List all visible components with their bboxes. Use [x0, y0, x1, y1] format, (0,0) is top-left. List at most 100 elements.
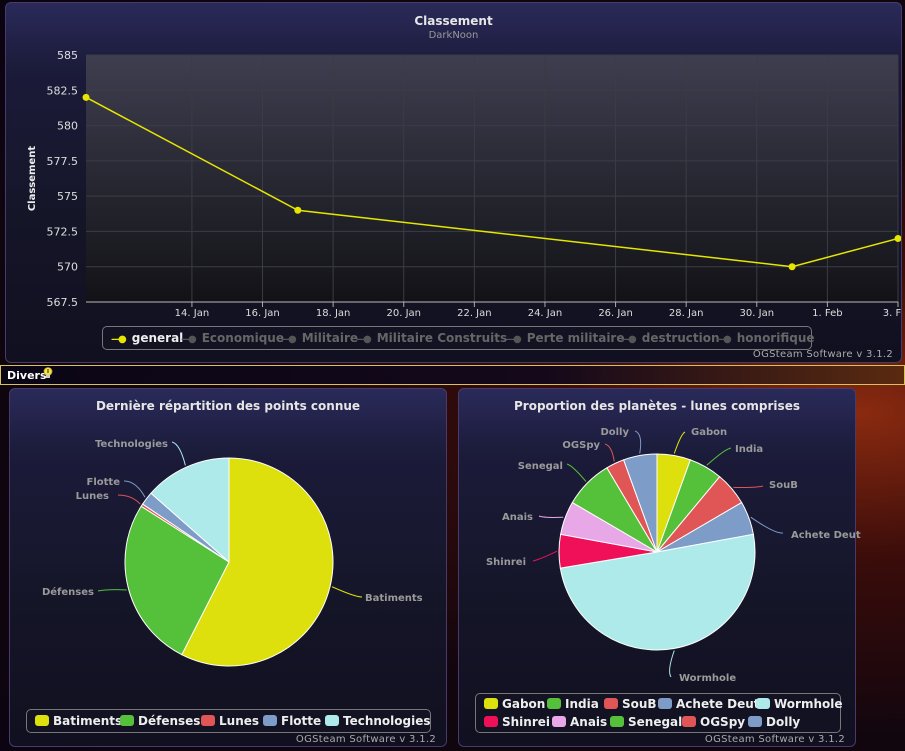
- legend-marker-icon: —●: [621, 334, 637, 345]
- slice-label: Lunes: [76, 491, 109, 502]
- planets-pie-legend: Gabon India SouB Achete Deut Wormhole Shinrei…: [475, 693, 843, 733]
- legend-label: Anais: [570, 715, 608, 729]
- legend-label: Perte militaire: [526, 331, 625, 345]
- connector-line: [97, 589, 127, 592]
- legend-item-shinrei[interactable]: Shinrei: [484, 715, 550, 729]
- legend-item-senegal[interactable]: Senegal: [610, 715, 682, 729]
- legend-item-soub[interactable]: SouB: [604, 697, 657, 711]
- connector-line: [669, 650, 675, 678]
- legend-label: SouB: [622, 697, 657, 711]
- legend-marker-icon: —●: [506, 334, 522, 345]
- divers-section-header[interactable]: Divers: [0, 365, 905, 385]
- legend-swatch: [484, 716, 498, 727]
- slice-label: OGSpy: [562, 440, 600, 451]
- legend-swatch: [120, 715, 134, 726]
- legend-item-defenses[interactable]: Défenses: [120, 714, 200, 728]
- slice-label: Achete Deut: [791, 530, 861, 541]
- connector-line: [117, 494, 141, 505]
- data-point[interactable]: [294, 206, 302, 214]
- y-axis-label: Classement: [27, 146, 38, 212]
- legend-marker-icon: —●: [716, 334, 732, 345]
- slice-label: Senegal: [518, 461, 563, 472]
- lightbulb-icon[interactable]: [43, 367, 53, 379]
- slice-label: Anais: [502, 512, 533, 523]
- legend-item-flotte[interactable]: Flotte: [263, 714, 321, 728]
- x-tick-label: 18. Jan: [316, 308, 351, 319]
- x-tick-label: 24. Jan: [528, 308, 563, 319]
- legend-item-lunes[interactable]: Lunes: [201, 714, 259, 728]
- legend-label: destruction: [641, 331, 720, 345]
- legend-swatch: [756, 698, 770, 709]
- points-pie-chart: Batiments Défenses Lunes Flotte Technologies: [42, 439, 423, 667]
- legend-swatch: [484, 698, 498, 709]
- credit-text[interactable]: OGSteam Software v 3.1.2: [705, 734, 845, 745]
- legend-item-militaire-construits[interactable]: —● Militaire Construits: [356, 331, 507, 345]
- credit-text[interactable]: OGSteam Software v 3.1.2: [296, 734, 436, 745]
- x-tick-label: 1. Feb: [812, 308, 842, 319]
- x-tick-label: 3. Feb: [883, 308, 901, 319]
- y-tick-label: 582.5: [47, 84, 79, 97]
- legend-marker-icon: —●: [281, 334, 297, 345]
- legend-swatch: [263, 715, 277, 726]
- line-chart: 567.5 570 572.5 575 577.5 580 582.5 585 14. Jan 1…: [27, 49, 901, 319]
- legend-swatch: [201, 715, 215, 726]
- legend-label: Défenses: [138, 714, 201, 728]
- legend-item-militaire[interactable]: —● Militaire: [281, 331, 358, 345]
- legend-label: Shinrei: [502, 715, 551, 729]
- legend-item-gabon[interactable]: Gabon: [484, 697, 545, 711]
- legend-label: Senegal: [628, 715, 683, 729]
- legend-label: Achete Deut: [676, 697, 760, 711]
- legend-item-general[interactable]: —● general: [111, 331, 183, 345]
- x-tick-label: 28. Jan: [669, 308, 704, 319]
- x-tick-label: 26. Jan: [598, 308, 633, 319]
- legend-label: Flotte: [281, 714, 322, 728]
- legend-swatch: [325, 715, 339, 726]
- connector-line: [604, 443, 615, 462]
- legend-item-india[interactable]: India: [547, 697, 599, 711]
- y-tick-label: 577.5: [47, 155, 79, 168]
- legend-swatch: [35, 715, 49, 726]
- legend-label: OGSpy: [700, 715, 746, 729]
- y-tick-label: 567.5: [47, 296, 79, 309]
- divers-label: Divers: [7, 369, 47, 382]
- legend-item-ogspy[interactable]: OGSpy: [682, 715, 745, 729]
- legend-item-destruction[interactable]: —● destruction: [621, 331, 720, 345]
- legend-item-wormhole[interactable]: Wormhole: [756, 697, 843, 711]
- x-tick-label: 14. Jan: [175, 308, 210, 319]
- x-tick-label: 16. Jan: [245, 308, 280, 319]
- slice-label: Dolly: [600, 427, 629, 438]
- connector-line: [566, 463, 587, 482]
- slice-label: India: [735, 444, 763, 455]
- legend-item-economique[interactable]: —● Economique: [181, 331, 284, 345]
- legend-label: honorifique: [736, 331, 815, 345]
- legend-label: Technologies: [343, 714, 431, 728]
- legend-swatch: [604, 698, 618, 709]
- legend-marker-icon: —●: [356, 334, 372, 345]
- legend-swatch: [552, 716, 566, 727]
- credit-text[interactable]: OGSteam Software v 3.1.2: [753, 349, 893, 360]
- data-point[interactable]: [788, 263, 796, 271]
- legend-swatch: [547, 698, 561, 709]
- legend-item-dolly[interactable]: Dolly: [748, 715, 800, 729]
- legend-item-technologies[interactable]: Technologies: [325, 714, 431, 728]
- ranking-chart-panel: Classement DarkNoon 567.5 570 572.5 575 577.…: [5, 2, 902, 363]
- points-pie-legend: Batiments Défenses Lunes Flotte Technologies: [26, 709, 431, 733]
- legend-item-batiments[interactable]: Batiments: [35, 714, 122, 728]
- slice-label: Défenses: [42, 586, 94, 598]
- x-tick-label: 30. Jan: [740, 308, 775, 319]
- legend-item-perte-militaire[interactable]: —● Perte militaire: [506, 331, 625, 345]
- y-tick-label: 580: [57, 120, 78, 133]
- connector-line: [538, 515, 564, 518]
- y-tick-label: 585: [57, 49, 78, 62]
- connector-line: [532, 550, 558, 562]
- legend-item-anais[interactable]: Anais: [552, 715, 607, 729]
- legend-label: Wormhole: [774, 697, 843, 711]
- x-tick-label: 20. Jan: [386, 308, 421, 319]
- x-tick-label: 22. Jan: [457, 308, 492, 319]
- legend-item-honorifique[interactable]: —● honorifique: [716, 331, 815, 345]
- legend-item-achete-deut[interactable]: Achete Deut: [658, 697, 760, 711]
- connector-line: [750, 516, 784, 534]
- data-point[interactable]: [82, 93, 90, 101]
- connector-line: [123, 480, 146, 498]
- legend-label: India: [565, 697, 599, 711]
